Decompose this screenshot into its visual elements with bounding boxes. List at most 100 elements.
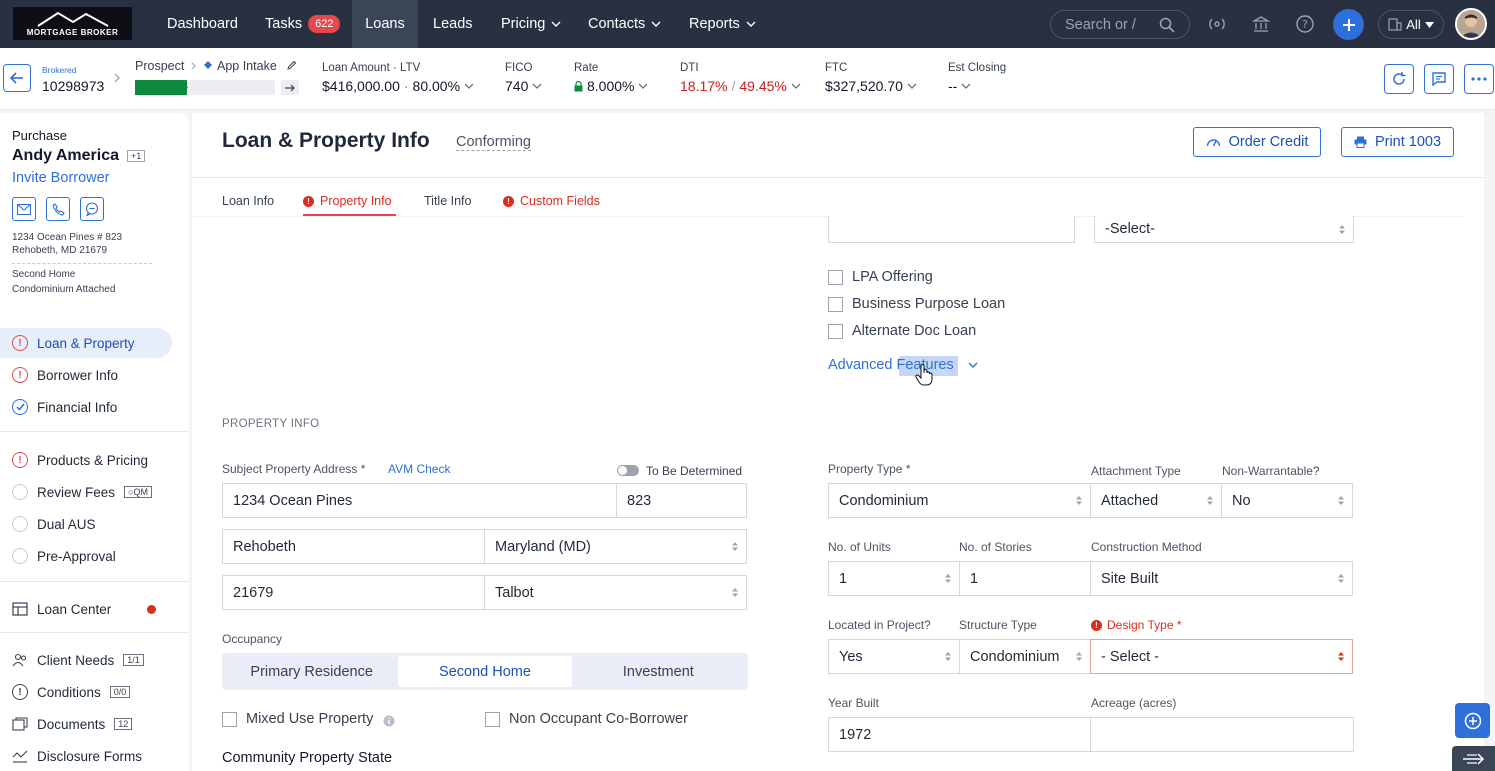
construction-method-select[interactable]: Site Built bbox=[1090, 561, 1353, 596]
chevron-down-icon bbox=[464, 83, 474, 89]
text-message-button[interactable] bbox=[80, 197, 104, 221]
sidebar-item-financial-info[interactable]: Financial Info bbox=[0, 392, 172, 422]
state-select[interactable]: Maryland (MD) bbox=[484, 529, 747, 564]
refresh-button[interactable] bbox=[1384, 64, 1414, 94]
zip-field[interactable]: 21679 bbox=[222, 575, 485, 610]
sidebar-item-documents[interactable]: Documents 12 bbox=[0, 709, 172, 739]
tab-label: Property Info bbox=[320, 194, 392, 208]
fico-value[interactable]: 740 bbox=[505, 78, 542, 94]
sidebar-item-borrower-info[interactable]: ! Borrower Info bbox=[0, 360, 172, 390]
print-1003-button[interactable]: Print 1003 bbox=[1341, 127, 1454, 157]
business-purpose-checkbox[interactable] bbox=[828, 297, 843, 312]
sidebar-item-loan-center[interactable]: Loan Center bbox=[0, 594, 172, 624]
occupancy-investment[interactable]: Investment bbox=[572, 656, 745, 687]
avm-check-link[interactable]: AVM Check bbox=[388, 462, 450, 476]
attachment-type-label: Attachment Type bbox=[1091, 464, 1181, 478]
acreage-field[interactable] bbox=[1090, 717, 1354, 752]
structure-type-select[interactable]: Condominium bbox=[959, 639, 1091, 674]
order-credit-button[interactable]: Order Credit bbox=[1193, 127, 1321, 157]
field-value: 1 bbox=[970, 570, 979, 587]
back-button[interactable] bbox=[3, 64, 31, 92]
street-address-field[interactable]: 1234 Ocean Pines bbox=[222, 483, 617, 518]
loan-program-type[interactable]: Conforming bbox=[456, 134, 531, 151]
est-closing-label: Est Closing bbox=[948, 62, 1007, 74]
company-logo[interactable]: MORTGAGE BROKER bbox=[13, 7, 132, 40]
county-select[interactable]: Talbot bbox=[484, 575, 747, 610]
search-placeholder: Search or / bbox=[1065, 16, 1136, 33]
stories-field[interactable]: 1 bbox=[959, 561, 1091, 596]
design-type-select[interactable]: - Select - bbox=[1090, 639, 1353, 674]
nav-reports[interactable]: Reports bbox=[676, 0, 769, 48]
nav-pricing[interactable]: Pricing bbox=[488, 0, 574, 48]
nav-leads[interactable]: Leads bbox=[420, 0, 486, 48]
sidebar-item-products-pricing[interactable]: ! Products & Pricing bbox=[0, 445, 172, 475]
loan-milestone: App Intake bbox=[217, 59, 277, 73]
quick-add-button[interactable] bbox=[1455, 703, 1490, 738]
tab-custom-fields[interactable]: ! Custom Fields bbox=[503, 194, 600, 208]
scope-dropdown[interactable]: All bbox=[1378, 10, 1444, 39]
help-icon[interactable]: ? bbox=[1293, 12, 1317, 36]
nav-tasks[interactable]: Tasks 622 bbox=[252, 0, 353, 48]
next-milestone-button[interactable] bbox=[281, 80, 299, 95]
invite-borrower-link[interactable]: Invite Borrower bbox=[12, 170, 110, 186]
borrower-name[interactable]: Andy America bbox=[12, 147, 119, 165]
messages-button[interactable] bbox=[1424, 64, 1454, 94]
sidebar-item-conditions[interactable]: ! Conditions 0/0 bbox=[0, 677, 172, 707]
property-type-select[interactable]: Condominium bbox=[828, 483, 1091, 518]
nav-dashboard[interactable]: Dashboard bbox=[154, 0, 251, 48]
rate-value[interactable]: 8.000% bbox=[574, 78, 648, 94]
expand-panel-button[interactable] bbox=[1452, 746, 1495, 771]
property-summary: Condominium Attached bbox=[12, 284, 116, 295]
units-select[interactable]: 1 bbox=[828, 561, 960, 596]
city-field[interactable]: Rehobeth bbox=[222, 529, 485, 564]
est-closing-value[interactable]: -- bbox=[948, 78, 971, 94]
nav-contacts[interactable]: Contacts bbox=[575, 0, 674, 48]
tab-title-info[interactable]: Title Info bbox=[424, 194, 471, 208]
plus-circle-icon bbox=[1464, 712, 1481, 729]
sidebar-item-dual-aus[interactable]: Dual AUS bbox=[0, 509, 172, 539]
error-icon: ! bbox=[303, 195, 314, 207]
non-occupant-checkbox[interactable] bbox=[485, 712, 500, 727]
tab-property-info[interactable]: ! Property Info bbox=[303, 194, 392, 208]
email-button[interactable] bbox=[12, 197, 36, 221]
sidebar-item-review-fees[interactable]: Review Fees ○QM bbox=[0, 477, 172, 507]
ftc-value[interactable]: $327,520.70 bbox=[825, 78, 917, 94]
tab-loan-info[interactable]: Loan Info bbox=[222, 194, 274, 208]
loan-number[interactable]: 10298973 bbox=[42, 78, 104, 94]
in-project-select[interactable]: Yes bbox=[828, 639, 960, 674]
nav-loans[interactable]: Loans bbox=[352, 0, 418, 48]
unit-number-field[interactable]: 823 bbox=[616, 483, 747, 518]
year-built-field[interactable]: 1972 bbox=[828, 717, 1091, 752]
checkbox-label: Alternate Doc Loan bbox=[852, 323, 977, 339]
info-icon[interactable] bbox=[383, 715, 395, 727]
loan-select-field[interactable]: -Select- bbox=[1094, 216, 1354, 243]
global-search-input[interactable]: Search or / bbox=[1050, 10, 1190, 39]
bank-icon[interactable] bbox=[1249, 12, 1273, 36]
sidebar-item-pre-approval[interactable]: Pre-Approval bbox=[0, 541, 172, 571]
occupancy-second-home[interactable]: Second Home bbox=[398, 656, 572, 687]
edit-pencil-icon[interactable] bbox=[286, 60, 297, 71]
lpa-offering-checkbox[interactable] bbox=[828, 270, 843, 285]
more-actions-button[interactable] bbox=[1464, 64, 1494, 94]
mixed-use-checkbox[interactable] bbox=[222, 712, 237, 727]
alternate-doc-checkbox[interactable] bbox=[828, 324, 843, 339]
sidebar-item-label: Financial Info bbox=[37, 399, 118, 415]
call-button[interactable] bbox=[46, 197, 70, 221]
ftc-label: FTC bbox=[825, 62, 848, 74]
loan-text-field[interactable] bbox=[828, 216, 1075, 243]
create-new-button[interactable] bbox=[1333, 9, 1364, 40]
broadcast-icon[interactable] bbox=[1205, 12, 1229, 36]
to-be-determined-toggle[interactable] bbox=[617, 465, 639, 476]
loan-amount-value[interactable]: $416,000.00 · 80.00% bbox=[322, 78, 474, 94]
sidebar-item-client-needs[interactable]: Client Needs 1/1 bbox=[0, 645, 172, 675]
dti-back: 49.45% bbox=[739, 78, 787, 94]
extra-borrowers-badge[interactable]: +1 bbox=[127, 150, 146, 162]
attachment-type-select[interactable]: Attached bbox=[1090, 483, 1222, 518]
phone-icon bbox=[51, 202, 65, 216]
sidebar-item-disclosure-forms[interactable]: Disclosure Forms bbox=[0, 741, 172, 771]
sidebar-item-loan-property[interactable]: ! Loan & Property bbox=[0, 328, 172, 358]
user-avatar[interactable] bbox=[1455, 8, 1487, 40]
occupancy-primary-residence[interactable]: Primary Residence bbox=[225, 656, 398, 687]
non-warrantable-select[interactable]: No bbox=[1221, 483, 1353, 518]
dti-value[interactable]: 18.17%/49.45% bbox=[680, 78, 801, 94]
